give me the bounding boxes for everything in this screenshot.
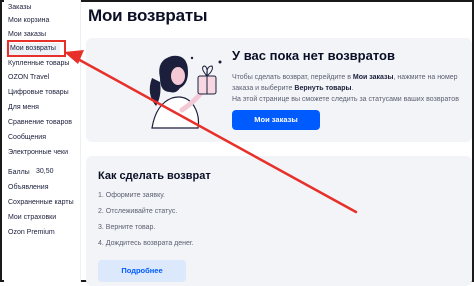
points-balance: 30,50 (36, 168, 54, 175)
empty-state-title: У вас пока нет возвратов (232, 48, 395, 63)
sidebar-item-purchased[interactable]: Купленные товары (8, 59, 69, 69)
sidebar-item-premium[interactable]: Ozon Premium (8, 228, 55, 238)
step-item: 1. Оформите заявку. (98, 192, 165, 199)
empty-text-part: . (351, 85, 354, 92)
how-to-return-title: Как сделать возврат (98, 170, 211, 182)
sidebar-item-saved-cards[interactable]: Сохраненные карты (8, 198, 74, 208)
sidebar-item-points[interactable]: Баллы (8, 168, 30, 178)
how-to-return-card: Как сделать возврат 1. Оформите заявку. … (86, 156, 472, 286)
return-goods-link[interactable]: Вернуть товары (294, 85, 351, 92)
step-item: 3. Верните товар. (98, 224, 156, 231)
sidebar-item-messages[interactable]: Сообщения (8, 133, 46, 143)
empty-text-part: Чтобы сделать возврат, перейдите в (232, 74, 353, 81)
empty-text-line2: На этой странице вы сможете следить за с… (232, 96, 459, 103)
empty-state-card: У вас пока нет возвратов Чтобы сделать в… (86, 38, 472, 142)
step-item: 4. Дождитесь возврата денег. (98, 240, 194, 247)
page-title: Мои возвраты (88, 6, 208, 25)
my-orders-link[interactable]: Мои заказы (353, 74, 394, 81)
sidebar-item-orders[interactable]: Заказы (8, 3, 31, 13)
sidebar-item-ozon-travel[interactable]: OZON Travel (8, 73, 49, 83)
sidebar: Заказы Мои корзина Мои заказы Мои возвра… (4, 0, 81, 282)
sidebar-item-cart[interactable]: Мои корзина (8, 16, 49, 26)
sidebar-item-compare[interactable]: Сравнение товаров (8, 118, 72, 128)
sidebar-item-for-me[interactable]: Для меня (8, 103, 39, 113)
woman-with-gift-illustration (149, 55, 222, 129)
step-item: 2. Отслеживайте статус. (98, 208, 178, 215)
main-content: Мои возвраты У вас пока нет возвратов Чт… (84, 0, 472, 286)
sidebar-item-my-orders[interactable]: Мои заказы (8, 30, 46, 40)
sidebar-item-insurance[interactable]: Мои страховки (8, 213, 56, 223)
empty-state-text: Чтобы сделать возврат, перейдите в Мои з… (232, 72, 468, 105)
annotation-highlight-box (7, 40, 66, 57)
my-orders-button[interactable]: Мои заказы (232, 110, 320, 130)
sidebar-item-receipts[interactable]: Электронные чеки (8, 148, 68, 158)
sidebar-item-digital[interactable]: Цифровые товары (8, 88, 69, 98)
sidebar-item-ads[interactable]: Объявления (8, 183, 49, 193)
more-info-button[interactable]: Подробнее (98, 260, 186, 282)
